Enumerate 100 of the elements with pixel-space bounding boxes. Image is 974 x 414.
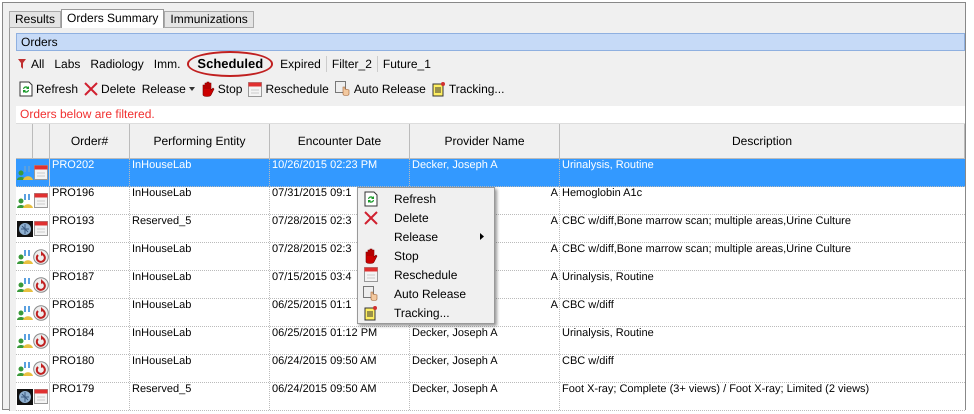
menu-item[interactable]: Release	[358, 227, 494, 246]
table-cell: CBC w/diff	[562, 355, 614, 367]
delete-icon	[84, 82, 98, 96]
table-cell: PRO196	[52, 187, 94, 199]
table-cell: A	[550, 187, 558, 199]
table-cell: PRO185	[52, 299, 94, 311]
table-cell: A	[550, 243, 558, 255]
toolbar-button[interactable]: Release	[142, 80, 195, 98]
column-header[interactable]: Description	[560, 124, 965, 158]
table-cell: Decker, Joseph A	[412, 383, 498, 395]
filter-tab[interactable]: Future_1	[378, 55, 436, 73]
table-cell: CBC w/diff	[562, 299, 614, 311]
hand-icon	[200, 81, 215, 97]
table-cell: InHouseLab	[132, 299, 192, 311]
table-cell: 07/28/2015 02:3	[272, 243, 352, 255]
table-cell: 06/24/2015 09:50 AM	[272, 355, 377, 367]
notepad-icon	[432, 81, 446, 97]
column-header[interactable]: Provider Name	[410, 124, 560, 158]
tab[interactable]: Orders Summary	[61, 9, 164, 28]
table-cell: Reserved_5	[132, 383, 192, 395]
table-cell: 07/15/2015 03:4	[272, 271, 352, 283]
toolbar-button[interactable]: Refresh	[19, 80, 78, 98]
table-cell: InHouseLab	[132, 271, 192, 283]
column-header[interactable]: Performing Entity	[130, 124, 270, 158]
table-cell: Decker, Joseph A	[412, 159, 498, 171]
calendar-icon	[34, 165, 48, 180]
table-cell: 10/26/2015 02:23 PM	[272, 159, 378, 171]
lab-people-icon	[16, 248, 32, 264]
refresh-icon	[364, 190, 378, 206]
table-cell: PRO202	[52, 159, 94, 171]
toolbar-button[interactable]: Reschedule	[248, 80, 329, 98]
table-cell: A	[550, 271, 558, 283]
lab-people-icon	[16, 332, 32, 348]
menu-item[interactable]: Reschedule	[358, 265, 494, 284]
recurring-icon	[33, 304, 49, 320]
toolbar-button[interactable]: Delete	[84, 80, 136, 98]
calendar-icon	[364, 267, 378, 282]
filter-tab[interactable]: Labs	[49, 55, 86, 73]
menu-item[interactable]: Tracking...	[358, 303, 494, 322]
tab[interactable]: Immunizations	[164, 11, 254, 28]
table-row[interactable]: PRO180 InHouseLab 06/24/2015 09:50 AM Decker, Joseph A CBC w/diff	[16, 355, 965, 383]
lab-people-icon	[16, 276, 32, 292]
menu-item[interactable]: Auto Release	[358, 284, 494, 303]
calendar-icon	[248, 82, 262, 96]
calendar-icon	[34, 389, 48, 404]
filter-tab[interactable]: Imm.	[148, 55, 186, 73]
table-cell: PRO179	[52, 383, 94, 395]
table-cell: PRO187	[52, 271, 94, 283]
filter-tab[interactable]: All	[26, 55, 50, 73]
table-cell: InHouseLab	[132, 159, 192, 171]
menu-item[interactable]: Delete	[358, 208, 494, 227]
filter-icon	[18, 59, 26, 69]
filter-message: Orders below are filtered.	[20, 107, 155, 121]
recurring-icon	[33, 276, 49, 292]
table-cell: Decker, Joseph A	[412, 355, 498, 367]
table-cell: PRO193	[52, 215, 94, 227]
table-cell: InHouseLab	[132, 327, 192, 339]
table-cell: InHouseLab	[132, 187, 192, 199]
table-cell: A	[550, 299, 558, 311]
table-cell: Urinalysis, Routine	[562, 271, 654, 283]
column-header[interactable]: Encounter Date	[270, 124, 410, 158]
lab-people-icon	[16, 164, 32, 180]
toolbar-button[interactable]: Auto Release	[334, 80, 426, 98]
dropdown-caret-icon	[188, 87, 195, 91]
table-cell: CBC w/diff,Bone marrow scan; multiple areas,Urine Culture	[562, 215, 851, 227]
menu-item[interactable]: Stop	[358, 246, 494, 265]
table-row[interactable]: PRO184 InHouseLab 06/25/2015 01:12 PM Decker, Joseph A Urinalysis, Routine	[16, 327, 965, 355]
tab[interactable]: Results	[9, 11, 62, 28]
table-cell: 06/24/2015 09:50 AM	[272, 383, 377, 395]
refresh-icon	[19, 81, 33, 97]
brain-scan-icon	[16, 388, 32, 404]
table-cell: InHouseLab	[132, 355, 192, 367]
menu-item[interactable]: Refresh	[358, 189, 494, 208]
recurring-icon	[33, 248, 49, 264]
table-cell: Urinalysis, Routine	[562, 159, 654, 171]
table-row[interactable]: PRO179 Reserved_5 06/24/2015 09:50 AM Decker, Joseph A Foot X-ray; Complete (3+ views) / Foot X-ray; Limited (2 views)	[16, 383, 965, 411]
filter-tab[interactable]: Expired	[275, 55, 326, 73]
table-cell: 07/31/2015 09:1	[272, 187, 352, 199]
table-cell: Decker, Joseph A	[412, 327, 498, 339]
table-cell: PRO184	[52, 327, 94, 339]
notepad-icon	[364, 304, 378, 320]
filter-tab[interactable]: Scheduled	[187, 51, 274, 77]
filter-tab[interactable]: Radiology	[85, 55, 149, 73]
delete-icon	[364, 210, 378, 224]
toolbar-button[interactable]: Tracking...	[432, 80, 504, 98]
table-cell: A	[550, 215, 558, 227]
filter-tab[interactable]: Filter_2	[326, 55, 377, 73]
toolbar-button[interactable]: Stop	[200, 80, 242, 98]
table-cell: Foot X-ray; Complete (3+ views) / Foot X-ray; Limited (2 views)	[562, 383, 870, 395]
column-header[interactable]: Order#	[50, 124, 130, 158]
table-cell: PRO190	[52, 243, 94, 255]
pointer-hand-icon	[334, 81, 351, 97]
lab-people-icon	[16, 304, 32, 320]
table-cell: Urinalysis, Routine	[562, 327, 654, 339]
lab-people-icon	[16, 360, 32, 376]
recurring-icon	[33, 360, 49, 376]
table-cell: 07/28/2015 02:3	[272, 215, 352, 227]
table-cell: 06/25/2015 01:1	[272, 299, 352, 311]
recurring-icon	[33, 332, 49, 348]
table-cell: PRO180	[52, 355, 94, 367]
